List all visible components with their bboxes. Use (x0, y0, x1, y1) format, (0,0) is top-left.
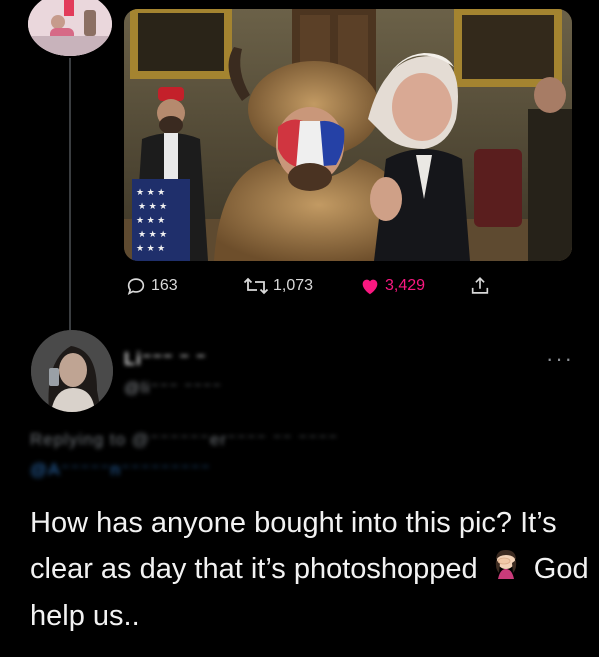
retweet-count: 1,073 (273, 277, 314, 294)
reply-text-part1: How has anyone bought into this pic? It’… (30, 507, 557, 585)
share-action[interactable] (469, 272, 491, 300)
svg-text:★ ★ ★: ★ ★ ★ (136, 243, 165, 253)
reply-tweet-text: How has anyone bought into this pic? It’… (30, 500, 590, 639)
reply-author-handle[interactable]: @li⁻⁻⁻ ⁻⁻⁻⁻ (124, 378, 222, 398)
thread-connector-line (69, 58, 71, 342)
retweet-action[interactable]: 1,073 (243, 272, 313, 300)
replying-to-label: Replying to @⁻⁻⁻⁻⁻⁻er⁻⁻⁻⁻ ⁻⁻ ⁻⁻⁻⁻ (30, 430, 339, 449)
more-options-icon[interactable]: ··· (546, 346, 574, 372)
heart-icon (362, 279, 378, 295)
svg-text:★ ★ ★: ★ ★ ★ (138, 201, 167, 211)
svg-text:★ ★ ★: ★ ★ ★ (138, 229, 167, 239)
tweet-action-bar: 163 1,073 3,429 (125, 272, 505, 302)
tweet-media-photo[interactable]: ★ ★ ★ ★ ★ ★ ★ ★ ★ ★ ★ ★ ★ ★ ★ (124, 9, 572, 261)
like-count: 3,429 (385, 277, 426, 294)
reply-action[interactable]: 163 (125, 272, 178, 300)
woman-facepalming-emoji (490, 547, 522, 593)
reply-count: 163 (151, 277, 178, 294)
reply-mention-link[interactable]: @A⁻⁻⁻⁻⁻n⁻⁻⁻⁻⁻⁻⁻⁻⁻ (30, 460, 211, 480)
reply-author-name[interactable]: Li⁻⁻⁻ ⁻ ⁻ (124, 349, 207, 370)
reply-author-avatar[interactable] (31, 330, 113, 412)
share-upload-icon (471, 277, 489, 294)
speech-bubble-icon (127, 278, 145, 295)
svg-text:★ ★ ★: ★ ★ ★ (136, 215, 165, 225)
svg-text:★ ★ ★: ★ ★ ★ (136, 187, 165, 197)
retweet-arrows-icon (243, 277, 269, 295)
like-action[interactable]: 3,429 (359, 272, 425, 300)
top-post-avatar[interactable] (28, 0, 112, 56)
